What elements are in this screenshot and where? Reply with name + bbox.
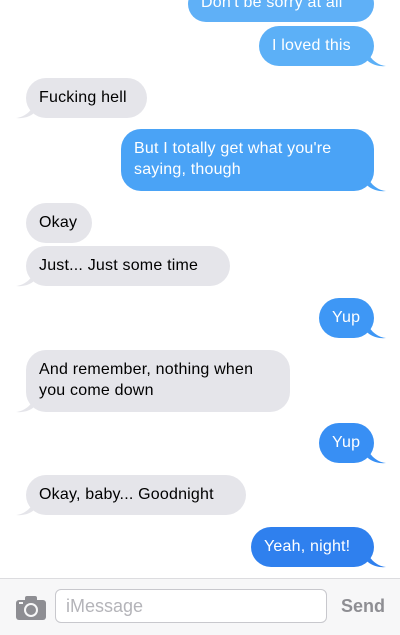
message-text: Don't be sorry at all (201, 0, 343, 11)
bubble-tail (366, 548, 386, 568)
bubble-tail (16, 267, 36, 287)
sent-message: I loved this (259, 26, 374, 66)
bubble-tail (16, 496, 36, 516)
bubble-tail (16, 393, 36, 413)
bubble-tail (366, 172, 386, 192)
bubble-tail (16, 99, 36, 119)
camera-icon[interactable] (15, 595, 47, 621)
send-button[interactable]: Send (330, 589, 396, 623)
message-text: I loved this (272, 37, 351, 54)
bubble-tail (366, 319, 386, 339)
received-message: Okay, baby... Goodnight (26, 475, 246, 515)
sent-message: Yeah, night! (251, 527, 374, 567)
bubble-tail (366, 444, 386, 464)
message-thread[interactable]: Don't be sorry at all I loved this Fucki… (0, 0, 400, 578)
received-message: Just... Just some time (26, 246, 230, 286)
sent-message: Don't be sorry at all (188, 0, 374, 22)
received-message: Fucking hell (26, 78, 147, 118)
message-text: Okay, baby... Goodnight (39, 486, 214, 503)
message-text: Fucking hell (39, 89, 127, 106)
message-text: Okay (39, 214, 78, 231)
message-text: But I totally get what you're saying, th… (134, 140, 332, 178)
received-message: Okay (26, 203, 92, 243)
message-composer: Send (0, 578, 400, 635)
message-text: Yeah, night! (264, 538, 351, 555)
message-text: Just... Just some time (39, 257, 199, 274)
message-input[interactable] (55, 589, 327, 623)
message-text: Yup (332, 434, 361, 451)
sent-message: But I totally get what you're saying, th… (121, 129, 374, 191)
message-text: Yup (332, 309, 361, 326)
received-message: And remember, nothing when you come down (26, 350, 290, 412)
bubble-tail (366, 47, 386, 67)
message-text: And remember, nothing when you come down (39, 361, 254, 399)
